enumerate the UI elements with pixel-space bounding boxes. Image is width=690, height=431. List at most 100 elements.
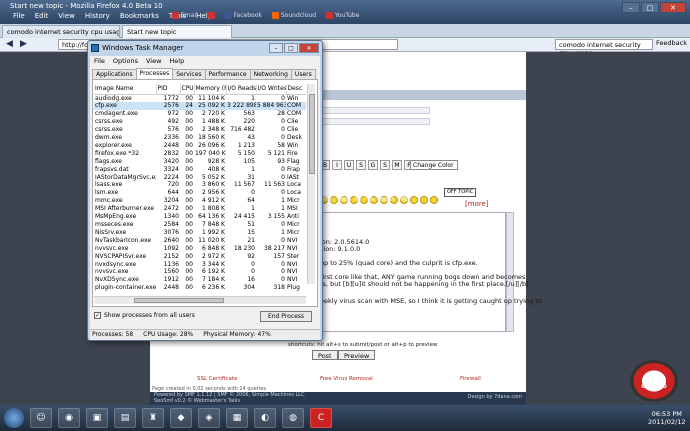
column-header[interactable]: PID bbox=[156, 84, 181, 95]
bookmark-item[interactable]: Email bbox=[170, 12, 200, 19]
tm-close-button[interactable]: ✕ bbox=[299, 43, 319, 53]
start-button[interactable] bbox=[4, 408, 24, 428]
checkbox-check-icon[interactable]: ✓ bbox=[94, 312, 101, 319]
process-row[interactable]: lsass.exe 720 00 3 860 K 11 567 11 563 Loca bbox=[94, 181, 306, 189]
bookmark-item[interactable]: Facebook bbox=[223, 12, 264, 19]
tm-menu-options[interactable]: Options bbox=[109, 56, 142, 66]
process-row[interactable]: nvvsvc.exe 1560 00 6 192 K 0 0 NVI bbox=[94, 268, 306, 276]
minimize-button[interactable]: – bbox=[622, 2, 640, 13]
process-row[interactable]: IAStorDataMgrSvc.exe 2224 00 5 052 K 31 0 IASt bbox=[94, 174, 306, 182]
post-button[interactable]: Post bbox=[312, 350, 338, 360]
underline-button[interactable]: U bbox=[344, 160, 354, 170]
tm-menu-file[interactable]: File bbox=[90, 56, 109, 66]
tab-networking[interactable]: Networking bbox=[249, 69, 292, 79]
taskbar-app-icon[interactable]: ◆ bbox=[170, 408, 192, 428]
search-input[interactable]: comodo internet security cpu usage bbox=[555, 39, 653, 57]
column-header[interactable]: Image Name bbox=[94, 84, 157, 95]
process-row[interactable]: cfp.exe 2576 24 25 092 K3 222 898 5 884 963 C… bbox=[94, 102, 306, 111]
taskbar-app-icon[interactable]: ◍ bbox=[282, 408, 304, 428]
tab-services[interactable]: Services bbox=[172, 69, 206, 79]
process-row[interactable]: audiodg.exe 1772 00 11 104 K 1 0 Win bbox=[94, 94, 306, 102]
taskbar-app-icon[interactable]: ☺ bbox=[30, 408, 52, 428]
bookmark-item[interactable] bbox=[206, 12, 217, 19]
tm-minimize-button[interactable]: – bbox=[269, 43, 283, 53]
forward-icon[interactable]: ▶ bbox=[20, 39, 27, 49]
taskbar-app-icon[interactable]: ▤ bbox=[114, 408, 136, 428]
process-row[interactable]: NisSrv.exe 3076 00 1 992 K 15 1 Micr bbox=[94, 229, 306, 237]
smiley-icon[interactable] bbox=[420, 196, 428, 204]
ssl-certificate-link[interactable]: SSL Certificate bbox=[197, 376, 237, 382]
menu-bookmarks[interactable]: Bookmarks bbox=[115, 12, 164, 20]
end-process-button[interactable]: End Process bbox=[260, 311, 312, 322]
menu-view[interactable]: View bbox=[53, 12, 80, 20]
more-smileys-link[interactable]: [more] bbox=[465, 200, 489, 208]
process-row[interactable]: nvxdsync.exe 1136 00 3 344 K 0 0 NVI bbox=[94, 261, 306, 269]
tm-menu-view[interactable]: View bbox=[142, 56, 165, 66]
tab-start-new-topic[interactable]: Start new topic bbox=[122, 25, 232, 38]
taskbar-app-icon[interactable]: ◈ bbox=[198, 408, 220, 428]
smiley-icon[interactable] bbox=[410, 196, 418, 204]
process-row[interactable]: frapsvs.dat 3324 00 408 K 1 0 Frap bbox=[94, 166, 306, 174]
process-horizontal-scrollbar[interactable] bbox=[94, 296, 306, 304]
process-row[interactable]: plugin-container.exe 2448 00 6 236 K 304 318 P… bbox=[94, 284, 306, 292]
bookmark-item[interactable]: YouTube bbox=[324, 12, 361, 19]
preview-button[interactable]: Preview bbox=[338, 350, 376, 360]
message-textarea[interactable] bbox=[316, 212, 506, 332]
column-header[interactable]: CPU bbox=[180, 84, 195, 95]
system-clock[interactable]: 06:53 PM 2011/02/12 bbox=[648, 410, 685, 426]
comodo-badge[interactable]: COMODO bbox=[630, 360, 678, 402]
taskbar-app-icon[interactable]: ♜ bbox=[142, 408, 164, 428]
process-row[interactable]: NvTaskbarIcon.exe 2640 00 11 020 K 21 0 NVI bbox=[94, 237, 306, 245]
firewall-link[interactable]: Firewall bbox=[460, 376, 481, 382]
tab-users[interactable]: Users bbox=[290, 69, 316, 79]
italic-button[interactable]: I bbox=[332, 160, 342, 170]
move-button[interactable]: M bbox=[392, 160, 402, 170]
show-all-users-checkbox[interactable]: ✓ Show processes from all users bbox=[94, 312, 195, 319]
shadow-button[interactable]: S bbox=[380, 160, 390, 170]
back-icon[interactable]: ◀ bbox=[6, 39, 13, 49]
menu-edit[interactable]: Edit bbox=[30, 12, 54, 20]
process-row[interactable]: lsm.exe 644 00 2 956 K 0 0 Loca bbox=[94, 189, 306, 197]
color-select[interactable]: Change Color bbox=[410, 160, 458, 170]
close-button[interactable]: ✕ bbox=[660, 2, 686, 13]
process-row[interactable]: msseces.exe 2584 00 7 848 K 51 0 Micr bbox=[94, 221, 306, 229]
process-row[interactable]: cmdagent.exe 972 00 2 720 K 563 28 COM bbox=[94, 110, 306, 118]
menu-file[interactable]: File bbox=[8, 12, 30, 20]
process-row[interactable]: csrss.exe 492 00 1 488 K 220 0 Clie bbox=[94, 118, 306, 126]
bookmark-item[interactable]: Soundcloud bbox=[270, 12, 318, 19]
process-row[interactable]: mmc.exe 3204 00 4 912 K 64 1 Micr bbox=[94, 197, 306, 205]
process-row[interactable]: dwm.exe 2336 00 18 560 K 43 0 Desk bbox=[94, 134, 306, 142]
process-row[interactable]: firefox.exe *32 2832 00 197 040 K 5 150 5 121… bbox=[94, 150, 306, 158]
tab-applications[interactable]: Applications bbox=[92, 69, 137, 79]
strike-button[interactable]: S bbox=[356, 160, 366, 170]
column-header[interactable]: Desc bbox=[286, 84, 306, 95]
tab-performance[interactable]: Performance bbox=[204, 69, 251, 79]
scroll-thumb[interactable] bbox=[134, 298, 224, 303]
process-row[interactable]: nvvsvc.exe 1092 00 6 848 K 18 230 38 217 NVI bbox=[94, 245, 306, 253]
taskbar-app-icon[interactable]: ▦ bbox=[226, 408, 248, 428]
menu-history[interactable]: History bbox=[80, 12, 115, 20]
glow-button[interactable]: G bbox=[368, 160, 378, 170]
column-header[interactable]: I/O Reads bbox=[226, 84, 257, 95]
process-row[interactable]: NvXDSync.exe 1912 00 7 184 K 16 0 NVI bbox=[94, 276, 306, 284]
taskbar-app-icon[interactable]: ◐ bbox=[254, 408, 276, 428]
taskbar-app-icon[interactable]: ▣ bbox=[86, 408, 108, 428]
message-scrollbar[interactable] bbox=[506, 212, 514, 332]
taskbar-comodo-icon[interactable]: C bbox=[310, 408, 332, 428]
feedback-button[interactable]: Feedback bbox=[656, 39, 687, 47]
taskbar-firefox-icon[interactable]: ◉ bbox=[58, 408, 80, 428]
maximize-button[interactable]: □ bbox=[641, 2, 659, 13]
column-header[interactable]: Memory (Pr... bbox=[194, 84, 227, 95]
process-vertical-scrollbar[interactable] bbox=[307, 84, 315, 284]
process-row[interactable]: flags.exe 3420 00 928 K 105 93 Flag bbox=[94, 158, 306, 166]
process-row[interactable]: MSI Afterburner.exe 2472 00 1 808 K 1 1 MSI bbox=[94, 205, 306, 213]
column-header[interactable]: I/O Writes bbox=[256, 84, 287, 95]
free-virus-removal-link[interactable]: Free Virus Removal bbox=[320, 376, 373, 382]
tab-search-results[interactable]: comodo internet security cpu usage ... bbox=[2, 25, 120, 38]
off-topic-smiley[interactable]: OFF TOPIC bbox=[444, 188, 477, 197]
scroll-thumb[interactable] bbox=[309, 94, 315, 174]
process-row[interactable]: NVSCPAPISvr.exe 2152 00 2 972 K 92 157 Ster bbox=[94, 253, 306, 261]
smiley-icon[interactable] bbox=[430, 196, 438, 204]
tm-menu-help[interactable]: Help bbox=[165, 56, 188, 66]
tab-processes[interactable]: Processes bbox=[135, 68, 174, 79]
